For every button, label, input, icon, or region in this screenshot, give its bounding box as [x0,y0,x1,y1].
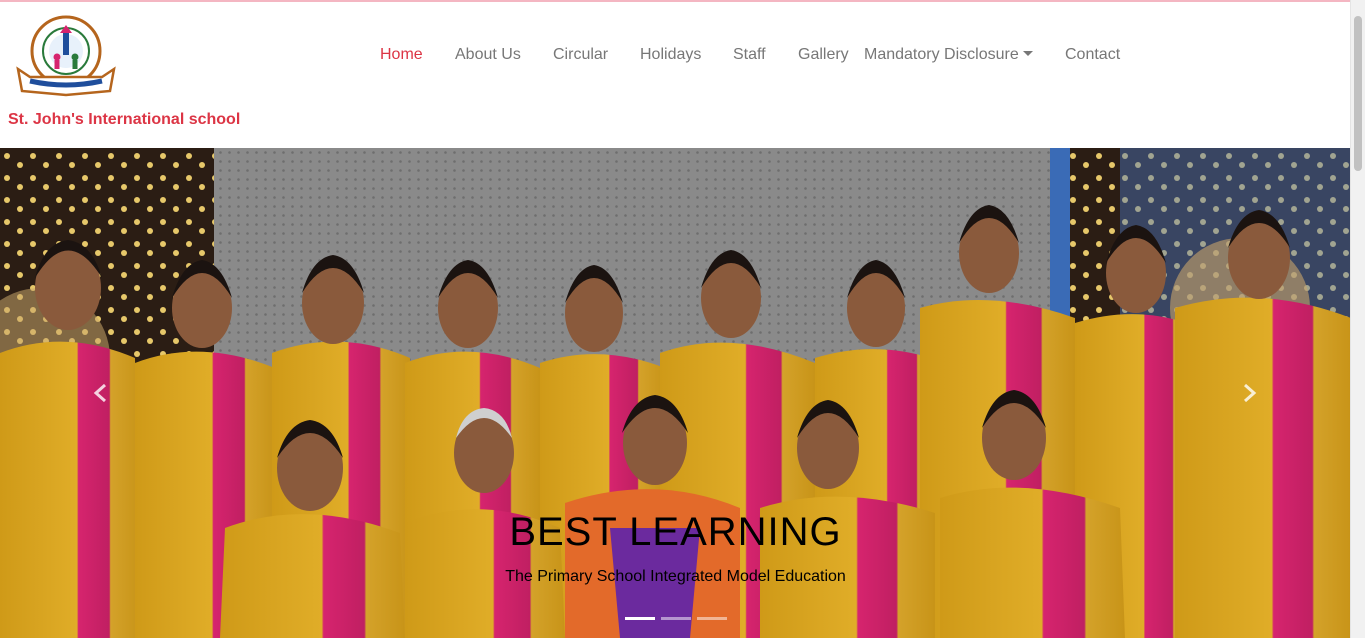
site-header: St. John's International school Home Abo… [0,2,1351,148]
nav-mandatory-disclosure[interactable]: Mandatory Disclosure [864,45,1033,65]
carousel-indicators [0,617,1351,620]
nav-home[interactable]: Home [380,45,423,65]
nav-gallery[interactable]: Gallery [798,45,849,65]
school-logo[interactable] [16,15,116,97]
carousel-prev-button[interactable] [86,378,116,408]
hero-carousel: BEST LEARNING The Primary School Integra… [0,148,1351,638]
page-scrollbar[interactable] [1350,0,1365,638]
slide-image-staff-group-photo [0,148,1351,638]
carousel-caption-text: The Primary School Integrated Model Educ… [505,568,846,585]
nav-mandatory-disclosure-label: Mandatory Disclosure [864,46,1019,63]
caret-down-icon [1022,51,1033,56]
nav-staff[interactable]: Staff [733,45,766,65]
school-name[interactable]: St. John's International school [8,111,240,129]
nav-circular[interactable]: Circular [553,45,608,65]
nav-holidays[interactable]: Holidays [640,45,701,65]
carousel-caption-title: BEST LEARNING [509,510,842,554]
carousel-indicator-3[interactable] [696,617,727,620]
nav-contact[interactable]: Contact [1065,45,1120,65]
scrollbar-thumb[interactable] [1354,16,1362,171]
nav-about-us[interactable]: About Us [455,45,521,65]
carousel-indicator-2[interactable] [660,617,691,620]
carousel-next-button[interactable] [1234,378,1264,408]
carousel-indicator-1[interactable] [624,617,655,620]
